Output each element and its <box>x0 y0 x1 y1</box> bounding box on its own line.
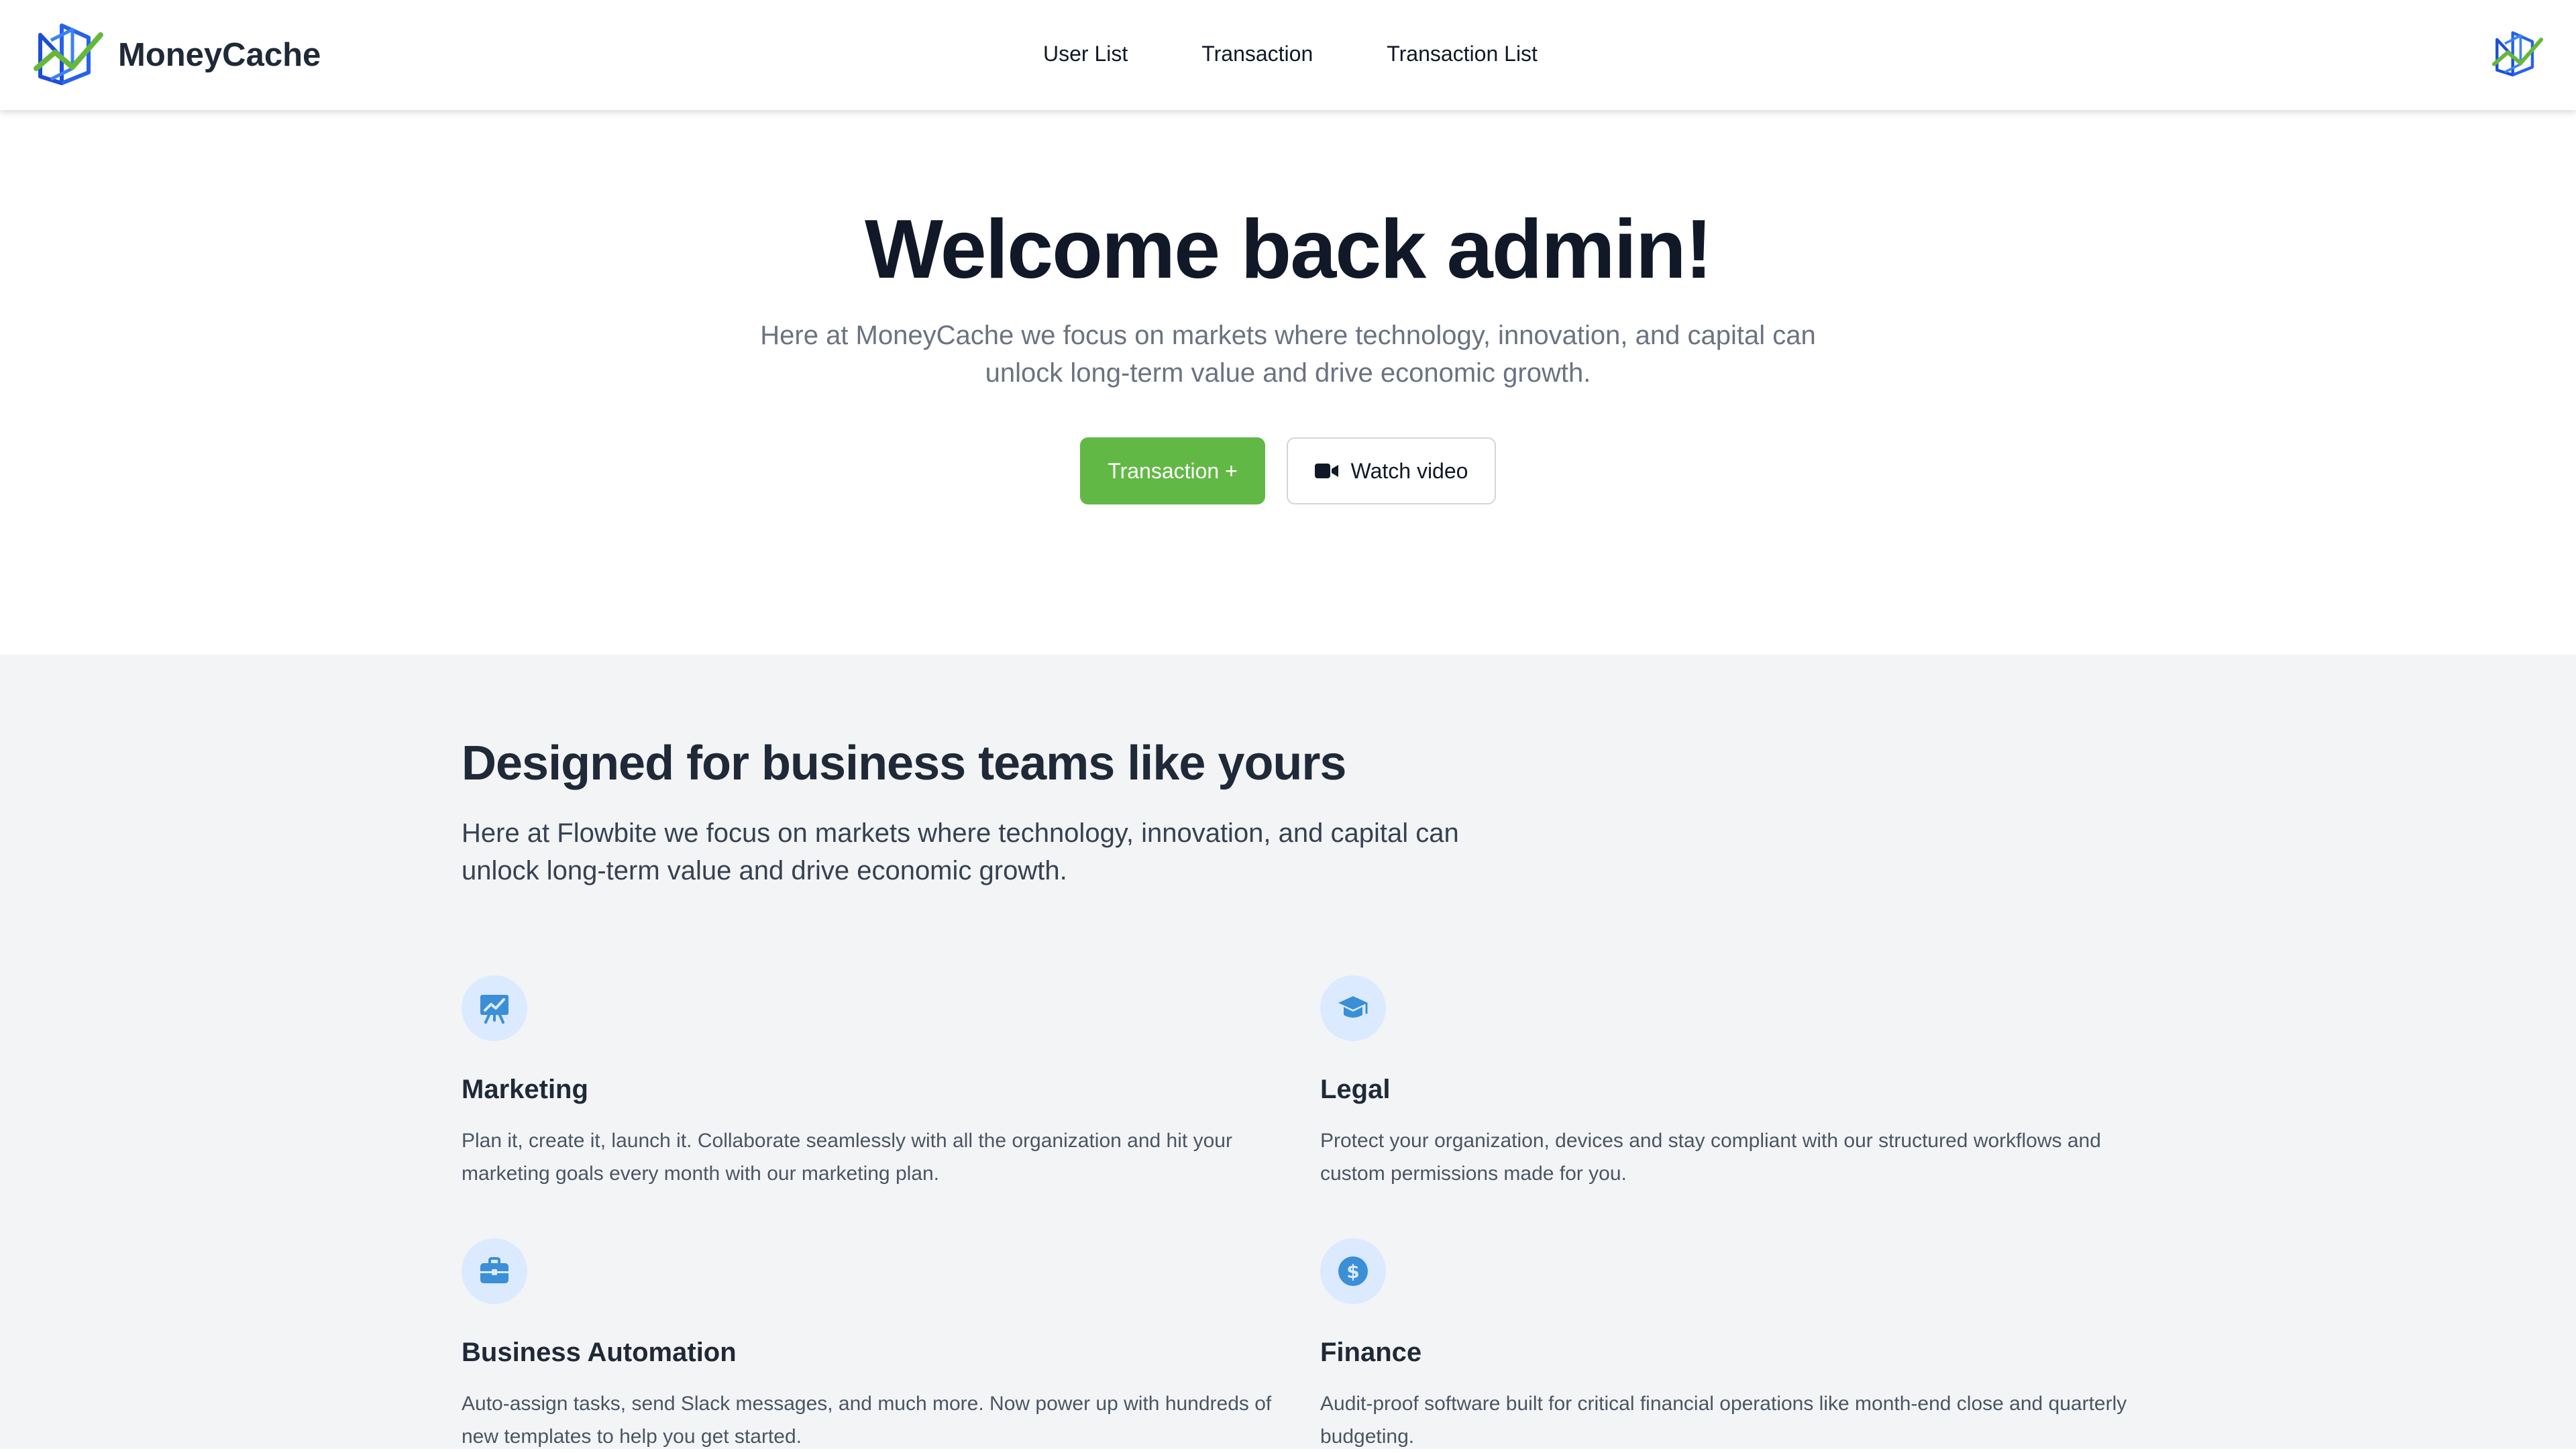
new-transaction-label: Transaction + <box>1108 458 1238 483</box>
features-title: Designed for business teams like yours <box>462 737 1346 790</box>
hero-subtitle: Here at MoneyCache we focus on markets w… <box>760 321 1816 388</box>
feature-title: Finance <box>1320 1338 1422 1367</box>
video-camera-icon <box>1314 462 1339 480</box>
user-avatar[interactable] <box>2490 27 2545 82</box>
feature-icon-wrap <box>462 975 527 1041</box>
features-subtitle: Here at Flowbite we focus on markets whe… <box>462 818 1459 885</box>
main-nav: User List Transaction Transaction List <box>1006 0 1574 107</box>
graduation-cap-icon <box>1338 996 1368 1018</box>
top-navbar: MoneyCache User List Transaction Transac… <box>0 0 2576 110</box>
feature-text: Auto-assign tasks, send Slack messages, … <box>462 1393 1272 1448</box>
dollar-circle-icon: $ <box>1338 1256 1368 1286</box>
brand-name: MoneyCache <box>118 37 321 73</box>
new-transaction-button[interactable]: Transaction + <box>1080 437 1265 504</box>
feature-legal: Legal Protect your organization, devices… <box>1320 975 2139 1190</box>
svg-text:$: $ <box>1346 1260 1359 1283</box>
watch-video-label: Watch video <box>1350 458 1468 483</box>
avatar-logo-icon <box>2491 31 2544 76</box>
briefcase-icon <box>480 1257 508 1283</box>
brand[interactable]: MoneyCache <box>31 17 321 93</box>
feature-title: Legal <box>1320 1075 1391 1104</box>
feature-text: Plan it, create it, launch it. Collabora… <box>462 1130 1232 1185</box>
feature-icon-wrap <box>1320 975 1386 1041</box>
nav-transaction-list[interactable]: Transaction List <box>1350 42 1574 66</box>
moneycache-logo-icon <box>31 17 106 93</box>
feature-business-automation: Business Automation Auto-assign tasks, s… <box>462 1238 1280 1453</box>
watch-video-button[interactable]: Watch video <box>1287 437 1496 504</box>
page-title: Welcome back admin! <box>864 203 1713 296</box>
presentation-chart-icon <box>480 995 508 1024</box>
feature-icon-wrap: $ <box>1320 1238 1386 1304</box>
feature-title: Business Automation <box>462 1338 737 1367</box>
feature-finance: $ Finance Audit-proof software built for… <box>1320 1238 2139 1453</box>
hero-actions: Transaction + Watch video <box>0 437 2576 504</box>
feature-icon-wrap <box>462 1238 527 1304</box>
nav-transaction[interactable]: Transaction <box>1165 42 1350 66</box>
nav-user-list[interactable]: User List <box>1006 42 1165 66</box>
feature-title: Marketing <box>462 1075 588 1104</box>
feature-text: Audit-proof software built for critical … <box>1320 1393 2127 1448</box>
hero-section: Welcome back admin! Here at MoneyCache w… <box>0 110 2576 655</box>
feature-marketing: Marketing Plan it, create it, launch it.… <box>462 975 1280 1190</box>
features-section: Designed for business teams like yours H… <box>0 655 2576 1449</box>
feature-text: Protect your organization, devices and s… <box>1320 1130 2101 1185</box>
